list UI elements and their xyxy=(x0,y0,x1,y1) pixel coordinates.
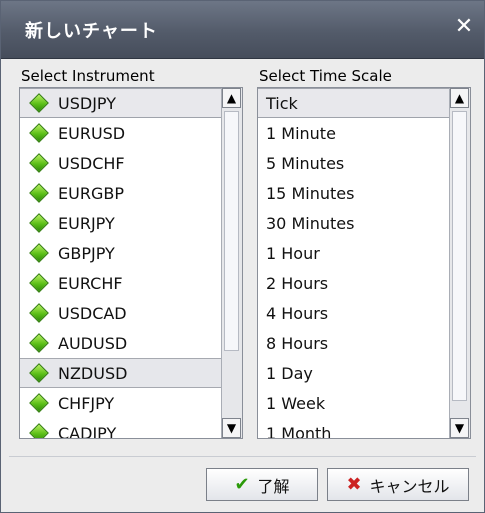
timescale-item-label: 8 Hours xyxy=(266,333,329,353)
timescale-item-label: 15 Minutes xyxy=(266,183,355,203)
instrument-diamond-icon xyxy=(29,93,49,113)
instrument-item-label: CHFJPY xyxy=(58,393,115,413)
instrument-item[interactable]: EURUSD xyxy=(20,118,222,148)
timescale-item[interactable]: Tick xyxy=(258,88,450,118)
timescale-item[interactable]: 1 Week xyxy=(258,388,450,418)
instrument-item[interactable]: EURGBP xyxy=(20,178,222,208)
new-chart-dialog: 新しいチャート ✕ Select Instrument Select Time … xyxy=(0,0,485,513)
timescale-item[interactable]: 1 Month xyxy=(258,418,450,439)
instrument-scroll-down-button[interactable]: ▼ xyxy=(222,418,241,438)
instrument-item[interactable]: EURJPY xyxy=(20,208,222,238)
timescale-item-label: 1 Minute xyxy=(266,123,336,143)
titlebar: 新しいチャート ✕ xyxy=(1,1,484,59)
instrument-item-label: CADJPY xyxy=(58,423,117,439)
instrument-item-label: USDJPY xyxy=(58,93,116,113)
timescale-item-label: 2 Hours xyxy=(266,273,329,293)
timescale-list: Tick 1 Minute 5 Minutes 15 Minutes 30 Minute… xyxy=(258,88,450,438)
timescale-item[interactable]: 5 Minutes xyxy=(258,148,450,178)
instrument-item[interactable]: USDCAD xyxy=(20,298,222,328)
instrument-item[interactable]: USDJPY xyxy=(20,88,222,118)
instrument-item[interactable]: CHFJPY xyxy=(20,388,222,418)
x-mark-icon: ✖ xyxy=(346,474,362,495)
timescale-item[interactable]: 30 Minutes xyxy=(258,208,450,238)
instrument-diamond-icon xyxy=(29,183,49,203)
timescale-item[interactable]: 15 Minutes xyxy=(258,178,450,208)
timescale-item-label: 1 Week xyxy=(266,393,326,413)
instrument-item-label: GBPJPY xyxy=(58,243,115,263)
instrument-item[interactable]: AUDUSD xyxy=(20,328,222,358)
instrument-item[interactable]: NZDUSD xyxy=(20,358,222,388)
cancel-button[interactable]: ✖ キャンセル xyxy=(327,468,469,501)
timescale-item[interactable]: 8 Hours xyxy=(258,328,450,358)
timescale-item-label: 1 Month xyxy=(266,423,332,439)
instrument-diamond-icon xyxy=(29,303,49,323)
instrument-item[interactable]: GBPJPY xyxy=(20,238,222,268)
timescale-item[interactable]: 2 Hours xyxy=(258,268,450,298)
timescale-scroll-thumb[interactable] xyxy=(452,111,467,401)
timescale-item-label: 30 Minutes xyxy=(266,213,355,233)
instrument-diamond-icon xyxy=(29,153,49,173)
checkmark-icon: ✔ xyxy=(234,474,250,495)
instrument-item[interactable]: USDCHF xyxy=(20,148,222,178)
instrument-diamond-icon xyxy=(29,363,49,383)
instrument-item-label: EURGBP xyxy=(58,183,124,203)
instrument-item[interactable]: EURCHF xyxy=(20,268,222,298)
instrument-diamond-icon xyxy=(29,123,49,143)
instrument-item-label: USDCAD xyxy=(58,303,127,323)
timescale-item[interactable]: 1 Day xyxy=(258,358,450,388)
instrument-diamond-icon xyxy=(29,393,49,413)
timescale-list-panel: Tick 1 Minute 5 Minutes 15 Minutes 30 Minute… xyxy=(257,87,471,439)
instrument-diamond-icon xyxy=(29,333,49,353)
instrument-item-label: AUDUSD xyxy=(58,333,128,353)
instrument-list: USDJPY EURUSD USDCHF EURGBP EURJPY GBPJPY EURC… xyxy=(20,88,222,438)
instrument-list-panel: USDJPY EURUSD USDCHF EURGBP EURJPY GBPJPY EURC… xyxy=(19,87,243,439)
instrument-scroll-up-button[interactable]: ▲ xyxy=(222,88,241,108)
timescale-scroll-down-button[interactable]: ▼ xyxy=(450,418,469,438)
timescale-item-label: 1 Hour xyxy=(266,243,320,263)
instrument-label: Select Instrument xyxy=(21,67,155,85)
instrument-scrollbar[interactable]: ▲ ▼ xyxy=(221,88,242,438)
instrument-item-label: NZDUSD xyxy=(58,363,128,383)
ok-button[interactable]: ✔ 了解 xyxy=(206,468,318,501)
timescale-item-label: 4 Hours xyxy=(266,303,329,323)
timescale-item-label: Tick xyxy=(266,93,298,113)
timescale-item[interactable]: 4 Hours xyxy=(258,298,450,328)
instrument-scroll-thumb[interactable] xyxy=(224,111,239,351)
timescale-label: Select Time Scale xyxy=(259,67,392,85)
timescale-item-label: 1 Day xyxy=(266,363,313,383)
timescale-item[interactable]: 1 Minute xyxy=(258,118,450,148)
instrument-diamond-icon xyxy=(29,273,49,293)
ok-button-label: 了解 xyxy=(257,476,290,496)
cancel-button-label: キャンセル xyxy=(369,476,450,496)
timescale-item[interactable]: 1 Hour xyxy=(258,238,450,268)
instrument-item-label: USDCHF xyxy=(58,153,125,173)
instrument-diamond-icon xyxy=(29,213,49,233)
instrument-diamond-icon xyxy=(29,243,49,263)
timescale-scroll-up-button[interactable]: ▲ xyxy=(450,88,469,108)
timescale-scrollbar[interactable]: ▲ ▼ xyxy=(449,88,470,438)
dialog-title: 新しいチャート xyxy=(25,21,158,42)
timescale-item-label: 5 Minutes xyxy=(266,153,345,173)
instrument-item-label: EURCHF xyxy=(58,273,123,293)
close-icon[interactable]: ✕ xyxy=(452,15,476,39)
instrument-diamond-icon xyxy=(29,423,49,438)
instrument-item-label: EURUSD xyxy=(58,123,126,143)
footer-separator xyxy=(9,456,476,457)
instrument-item[interactable]: CADJPY xyxy=(20,418,222,439)
instrument-item-label: EURJPY xyxy=(58,213,115,233)
